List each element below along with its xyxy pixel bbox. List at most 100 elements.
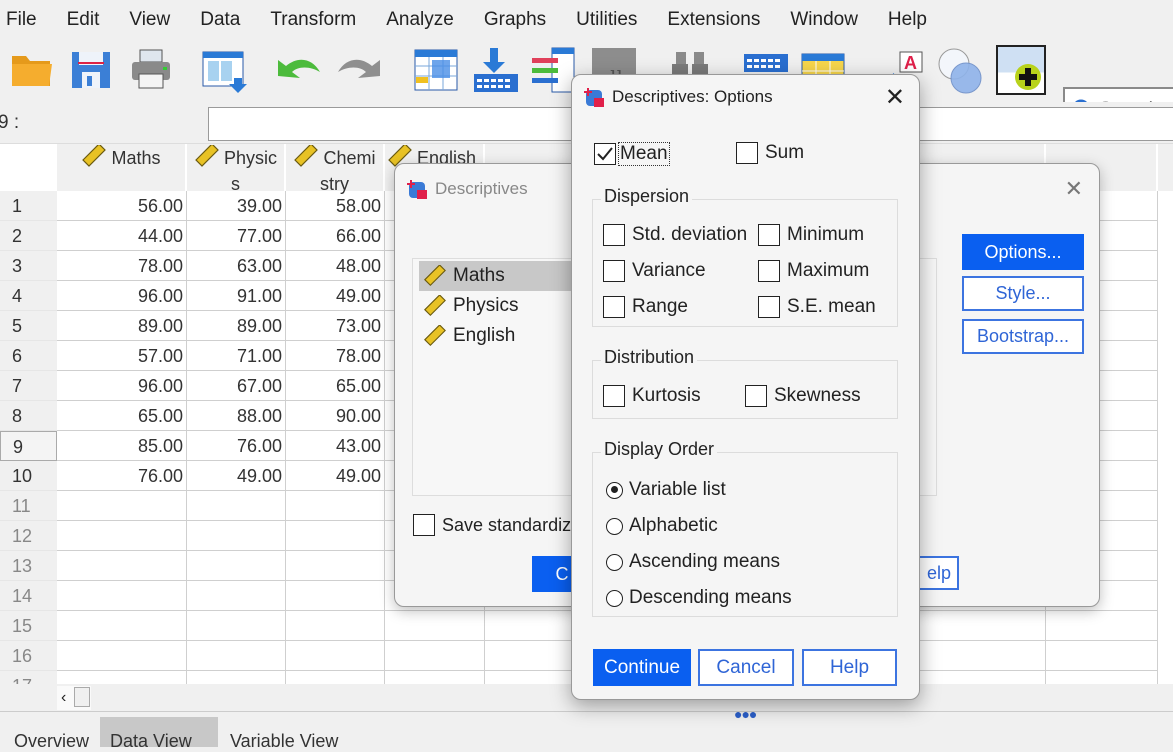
table-cell[interactable]	[920, 671, 1046, 684]
table-cell[interactable]	[385, 671, 485, 684]
table-cell[interactable]: 49.00	[286, 281, 385, 311]
table-cell[interactable]: 57.00	[57, 341, 187, 371]
table-cell[interactable]: 65.00	[286, 371, 385, 401]
checkbox[interactable]	[758, 296, 780, 318]
menu-help[interactable]: Help	[882, 9, 927, 31]
checkbox[interactable]	[413, 514, 435, 536]
mean-checkbox[interactable]: Mean	[594, 142, 670, 166]
row-header[interactable]: 11	[0, 491, 57, 521]
table-cell[interactable]: 65.00	[57, 401, 187, 431]
table-cell[interactable]: 89.00	[57, 311, 187, 341]
row-header[interactable]: 5	[0, 311, 57, 341]
table-cell[interactable]	[187, 671, 286, 684]
table-cell[interactable]: 63.00	[187, 251, 286, 281]
checkbox[interactable]	[736, 142, 758, 164]
table-cell[interactable]	[187, 581, 286, 611]
menu-data[interactable]: Data	[194, 9, 240, 31]
sum-checkbox[interactable]: Sum	[736, 142, 804, 164]
row-header[interactable]: 12	[0, 521, 57, 551]
table-cell[interactable]	[920, 611, 1046, 641]
goto-case-icon[interactable]	[412, 46, 460, 96]
skewness-checkbox[interactable]: Skewness	[745, 385, 861, 407]
table-cell[interactable]	[920, 641, 1046, 671]
checkbox[interactable]	[603, 385, 625, 407]
radio[interactable]	[606, 553, 623, 571]
table-cell[interactable]	[286, 581, 385, 611]
table-cell[interactable]: 58.00	[286, 191, 385, 221]
table-cell[interactable]: 76.00	[187, 431, 286, 461]
table-cell[interactable]: 43.00	[286, 431, 385, 461]
row-header[interactable]: 2	[0, 221, 57, 251]
radio[interactable]	[606, 517, 623, 535]
table-cell[interactable]	[57, 521, 187, 551]
kurtosis-checkbox[interactable]: Kurtosis	[603, 385, 701, 407]
checkbox[interactable]	[758, 260, 780, 282]
column-header-var[interactable]	[1158, 144, 1173, 191]
table-cell[interactable]: 39.00	[187, 191, 286, 221]
row-header[interactable]: 9	[0, 431, 57, 461]
table-cell[interactable]: 73.00	[286, 311, 385, 341]
table-cell[interactable]: 49.00	[187, 461, 286, 491]
style-button[interactable]: Style...	[962, 276, 1084, 311]
radio-selected[interactable]	[606, 481, 623, 499]
table-cell[interactable]	[485, 641, 585, 671]
column-header-physics[interactable]: Physic s	[187, 144, 286, 194]
table-cell[interactable]: 67.00	[187, 371, 286, 401]
redo-icon[interactable]	[334, 46, 382, 96]
maximum-checkbox[interactable]: Maximum	[758, 260, 869, 282]
row-header[interactable]: 1	[0, 191, 57, 221]
table-cell[interactable]	[485, 671, 585, 684]
add-icon[interactable]	[996, 45, 1046, 95]
checkbox[interactable]	[745, 385, 767, 407]
checkbox[interactable]	[603, 296, 625, 318]
row-header[interactable]: 15	[0, 611, 57, 641]
table-cell[interactable]	[187, 611, 286, 641]
table-cell[interactable]	[286, 521, 385, 551]
row-header[interactable]: 14	[0, 581, 57, 611]
radio-alphabetic[interactable]: Alphabetic	[606, 515, 718, 537]
checkbox-checked[interactable]	[594, 143, 616, 165]
options-button[interactable]: Options...	[962, 234, 1084, 270]
menu-window[interactable]: Window	[784, 9, 858, 31]
table-cell[interactable]: 96.00	[57, 371, 187, 401]
minimum-checkbox[interactable]: Minimum	[758, 224, 864, 246]
bootstrap-button[interactable]: Bootstrap...	[962, 319, 1084, 354]
tab-variable-view[interactable]: Variable View	[220, 717, 348, 751]
table-cell[interactable]	[1046, 611, 1158, 641]
row-header[interactable]: 10	[0, 461, 57, 491]
print-icon[interactable]	[128, 46, 176, 96]
table-cell[interactable]	[385, 641, 485, 671]
menu-transform[interactable]: Transform	[264, 9, 356, 31]
radio-ascending-means[interactable]: Ascending means	[606, 551, 780, 573]
table-cell[interactable]	[187, 641, 286, 671]
help-button[interactable]: Help	[802, 649, 897, 686]
column-header-chemistry[interactable]: Chemi stry	[286, 144, 385, 194]
table-cell[interactable]	[57, 611, 187, 641]
row-header[interactable]: 8	[0, 401, 57, 431]
se-mean-checkbox[interactable]: S.E. mean	[758, 296, 876, 318]
table-cell[interactable]	[485, 611, 585, 641]
goto-variable-icon[interactable]	[472, 46, 520, 96]
tab-overview[interactable]: Overview	[4, 717, 99, 751]
table-cell[interactable]	[286, 671, 385, 684]
table-cell[interactable]: 88.00	[187, 401, 286, 431]
row-header[interactable]: 6	[0, 341, 57, 371]
table-cell[interactable]: 77.00	[187, 221, 286, 251]
radio-variable-list[interactable]: Variable list	[606, 479, 726, 501]
table-cell[interactable]	[286, 611, 385, 641]
checkbox[interactable]	[758, 224, 780, 246]
save-standardized-checkbox[interactable]: Save standardiz	[413, 514, 571, 536]
splitter-handle-icon[interactable]: ●●●	[734, 706, 757, 722]
table-cell[interactable]: 78.00	[57, 251, 187, 281]
table-cell[interactable]: 76.00	[57, 461, 187, 491]
table-cell[interactable]	[187, 551, 286, 581]
variance-checkbox[interactable]: Variance	[603, 260, 706, 282]
table-cell[interactable]: 90.00	[286, 401, 385, 431]
row-header[interactable]: 13	[0, 551, 57, 581]
table-cell[interactable]	[286, 641, 385, 671]
table-cell[interactable]: 56.00	[57, 191, 187, 221]
table-cell[interactable]	[187, 521, 286, 551]
checkbox[interactable]	[603, 260, 625, 282]
menu-edit[interactable]: Edit	[61, 9, 100, 31]
row-header[interactable]: 4	[0, 281, 57, 311]
